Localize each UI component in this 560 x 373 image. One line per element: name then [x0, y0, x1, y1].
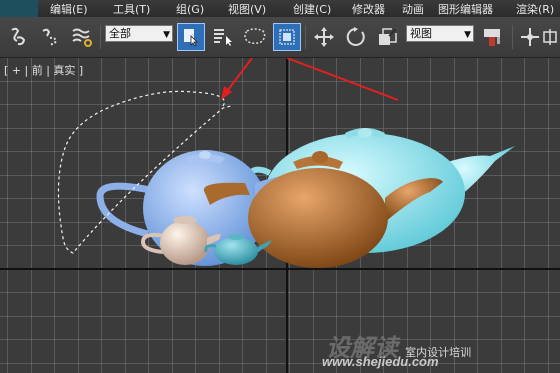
scale-icon[interactable] [374, 23, 402, 51]
toolbar-separator [100, 25, 101, 49]
reference-coordinate-select[interactable]: 视图 ▼ [406, 25, 474, 42]
bind-space-warp-icon[interactable] [68, 23, 96, 51]
viewport-canvas [0, 58, 560, 373]
move-icon[interactable] [310, 23, 338, 51]
menu-graph-editors[interactable]: 图形编辑器 [438, 1, 493, 17]
rotate-icon[interactable] [342, 23, 370, 51]
menu-edit[interactable]: 编辑(E) [50, 1, 88, 17]
snap-toggle-icon[interactable] [540, 23, 560, 51]
menu-create[interactable]: 创建(C) [293, 1, 331, 17]
watermark-url: www.shejiedu.com [322, 354, 439, 369]
menu-modifiers[interactable]: 修改器 [352, 1, 385, 17]
menu-rendering[interactable]: 渲染(R) [516, 1, 554, 17]
link-icon[interactable] [4, 23, 32, 51]
select-object-icon[interactable] [177, 23, 205, 51]
unlink-icon[interactable] [36, 23, 64, 51]
selection-filter-value: 全部 [109, 27, 131, 40]
chevron-down-icon: ▼ [464, 30, 471, 40]
menu-tools[interactable]: 工具(T) [113, 1, 150, 17]
reference-coordinate-value: 视图 [410, 27, 432, 40]
chevron-down-icon: ▼ [163, 30, 170, 40]
window-crossing-icon[interactable] [273, 23, 301, 51]
app-logo[interactable] [0, 0, 38, 17]
menu-group[interactable]: 组(G) [176, 1, 204, 17]
menu-animation[interactable]: 动画 [402, 1, 424, 17]
toolbar-separator [512, 25, 513, 49]
menu-view[interactable]: 视图(V) [228, 1, 266, 17]
pivot-center-icon[interactable] [478, 23, 506, 51]
toolbar-separator [305, 25, 306, 49]
selection-filter-select[interactable]: 全部 ▼ [105, 25, 173, 42]
viewport-label[interactable]: [ + | 前 | 真实 ] [4, 62, 83, 78]
main-toolbar: 全部 ▼ 视图 ▼ [0, 17, 560, 58]
menu-bar: 编辑(E) 工具(T) 组(G) 视图(V) 创建(C) 修改器 动画 图形编辑… [0, 0, 560, 17]
lasso-selection-icon[interactable] [241, 23, 269, 51]
select-by-name-icon[interactable] [209, 23, 237, 51]
viewport-front[interactable]: [ + | 前 | 真实 ] 设解读 室内设计培训 www.shejiedu.c… [0, 58, 560, 373]
